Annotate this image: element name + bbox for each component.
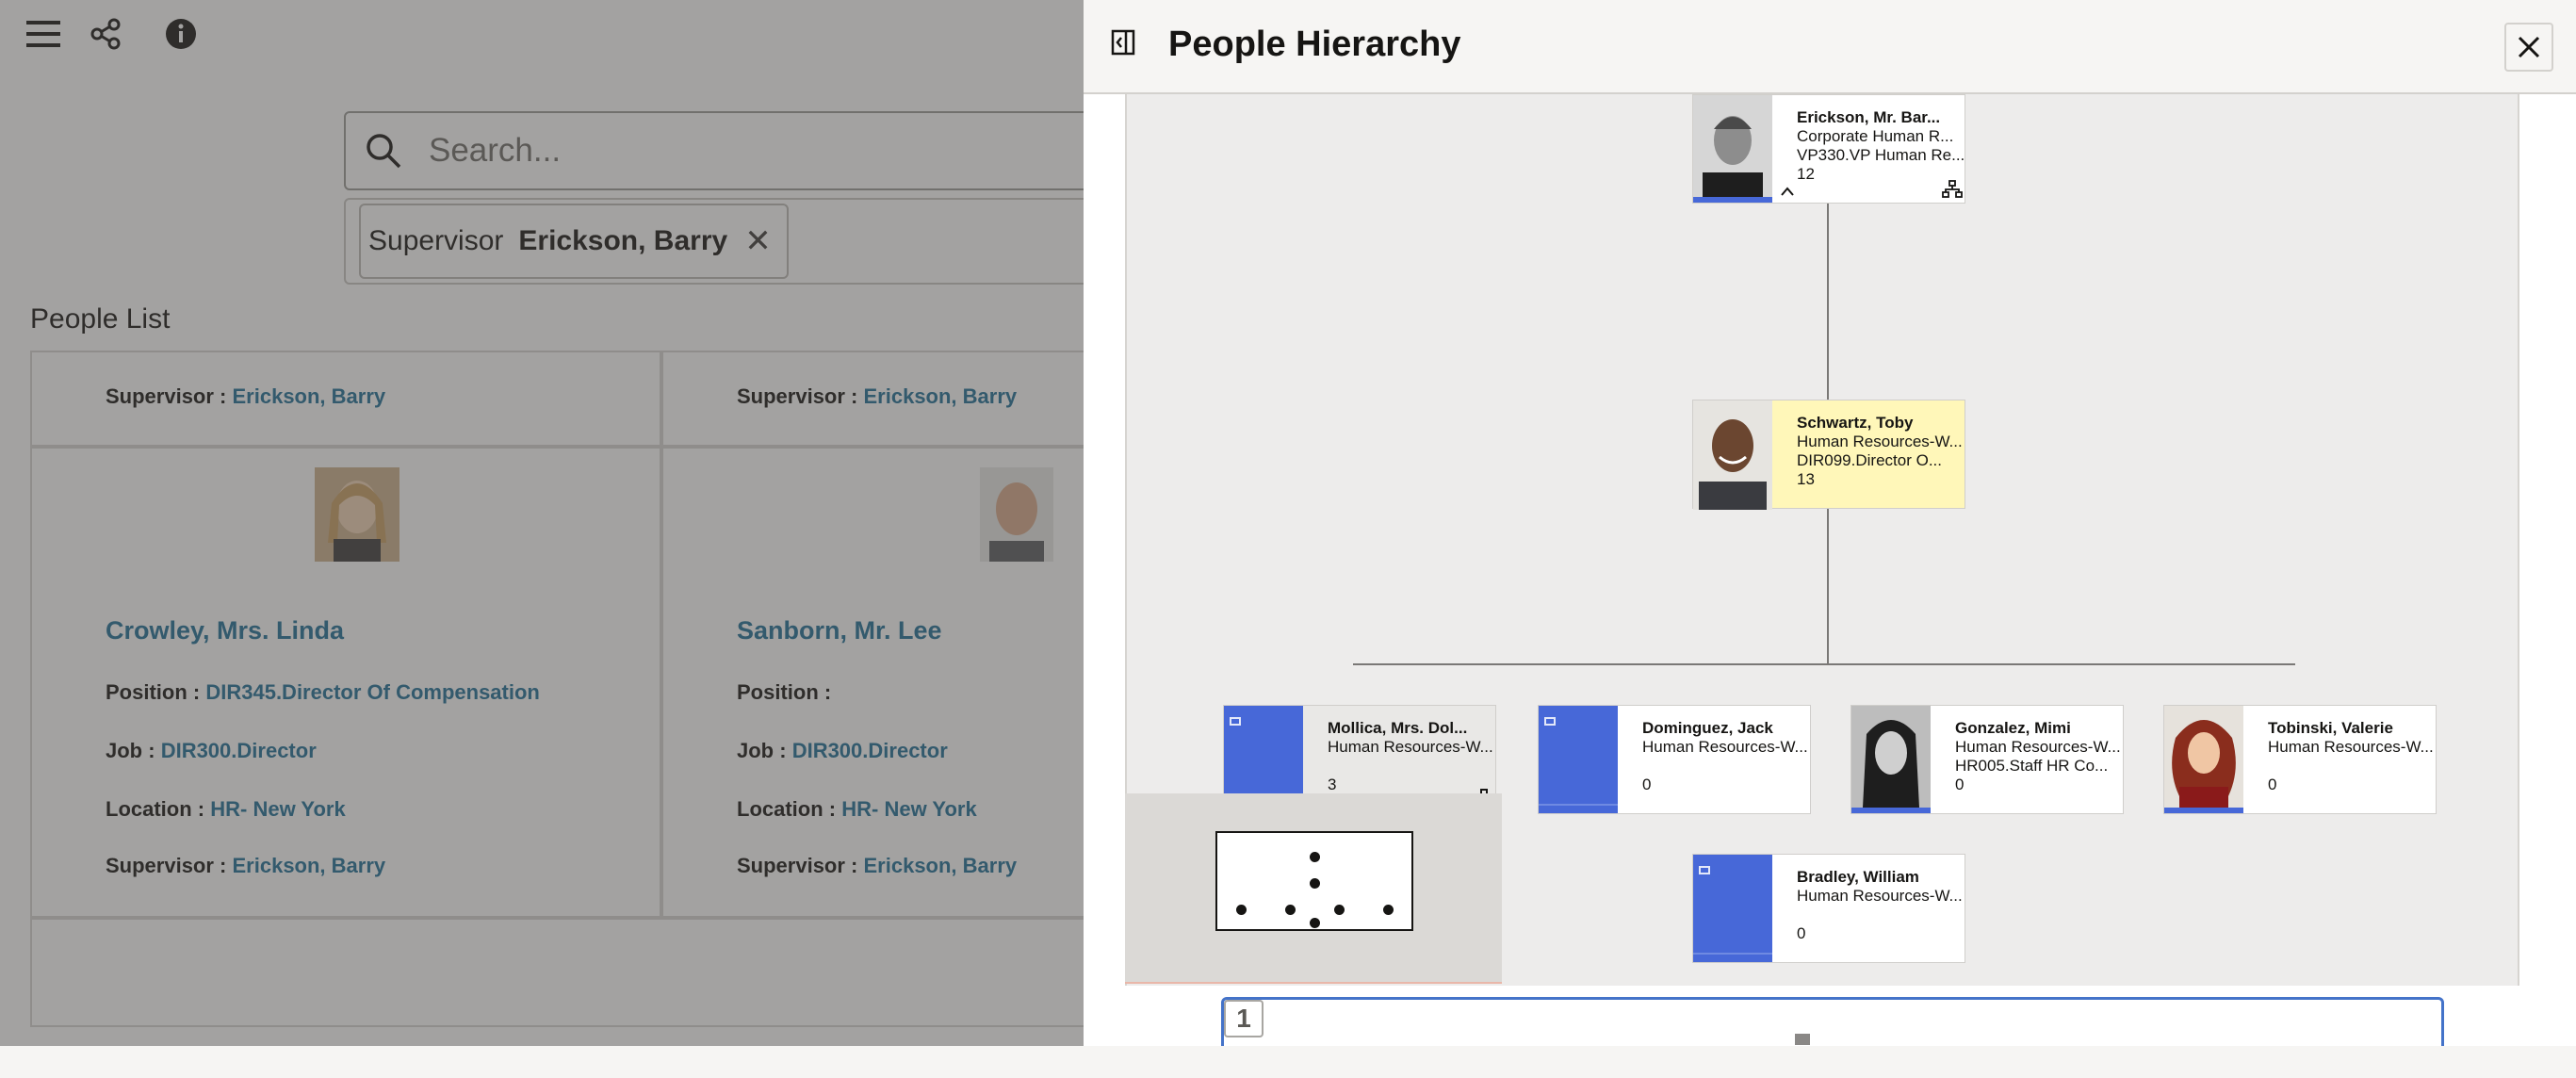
collapse-panel-icon[interactable] bbox=[1110, 28, 1138, 57]
drawer-title: People Hierarchy bbox=[1168, 24, 1461, 64]
minimap-node bbox=[1383, 905, 1394, 915]
minimap-viewport[interactable] bbox=[1215, 831, 1413, 931]
connector-line bbox=[1353, 663, 2295, 665]
connector-line bbox=[1827, 204, 1829, 403]
node-photo bbox=[1851, 706, 1931, 813]
node-count: 0 bbox=[2268, 776, 2277, 793]
org-node-selected[interactable]: Schwartz, Toby Human Resources-W... DIR0… bbox=[1692, 400, 1965, 510]
node-photo bbox=[2164, 706, 2243, 813]
node-department: Corporate Human R... bbox=[1797, 127, 1954, 145]
minimap-node bbox=[1310, 878, 1320, 889]
minimap-node bbox=[1285, 905, 1296, 915]
close-icon bbox=[2518, 36, 2540, 58]
page-frame[interactable]: 1 bbox=[1221, 997, 2444, 1046]
modal-overlay[interactable] bbox=[0, 0, 1084, 1046]
collapse-up-icon[interactable] bbox=[1780, 186, 1795, 197]
node-name: Dominguez, Jack bbox=[1642, 719, 1773, 737]
node-position: VP330.VP Human Re... bbox=[1797, 146, 1965, 164]
org-node-child[interactable]: Dominguez, Jack Human Resources-W... 0 bbox=[1538, 705, 1811, 814]
node-position: HR005.Staff HR Co... bbox=[1955, 757, 2109, 775]
node-photo bbox=[1693, 95, 1772, 203]
close-button[interactable] bbox=[2504, 23, 2553, 72]
node-department: Human Resources-W... bbox=[1955, 738, 2121, 756]
people-hierarchy-drawer: People Hierarchy Erickson, Mr. Bar... Co… bbox=[1084, 0, 2576, 1046]
node-count: 0 bbox=[1642, 776, 1652, 793]
node-count: 3 bbox=[1328, 776, 1337, 793]
node-name: Schwartz, Toby bbox=[1797, 414, 1914, 432]
bottom-panel: 1 bbox=[1125, 986, 2519, 1046]
minimap-node bbox=[1310, 918, 1320, 928]
minimap-node bbox=[1334, 905, 1345, 915]
node-department: Human Resources-W... bbox=[1797, 433, 1963, 450]
org-node-root[interactable]: Erickson, Mr. Bar... Corporate Human R..… bbox=[1692, 94, 1965, 204]
node-count: 13 bbox=[1797, 470, 1815, 488]
placeholder-photo-icon bbox=[1693, 855, 1772, 962]
connector-line bbox=[1827, 509, 1829, 663]
node-department: Human Resources-W... bbox=[2268, 738, 2434, 756]
thumbnail-node bbox=[1795, 1034, 1810, 1045]
node-name: Tobinski, Valerie bbox=[2268, 719, 2393, 737]
node-photo bbox=[1693, 400, 1772, 510]
org-node-child[interactable]: Gonzalez, Mimi Human Resources-W... HR00… bbox=[1850, 705, 2124, 814]
drawer-header: People Hierarchy bbox=[1084, 0, 2576, 94]
node-count: 12 bbox=[1797, 165, 1815, 183]
node-name: Bradley, William bbox=[1797, 868, 1919, 886]
node-position: DIR099.Director O... bbox=[1797, 451, 1942, 469]
org-node-child[interactable]: Tobinski, Valerie Human Resources-W... 0 bbox=[2163, 705, 2437, 814]
minimap-node bbox=[1236, 905, 1247, 915]
node-count: 0 bbox=[1797, 924, 1806, 942]
hierarchy-icon[interactable] bbox=[1942, 180, 1963, 199]
node-name: Gonzalez, Mimi bbox=[1955, 719, 2071, 737]
placeholder-photo-icon bbox=[1539, 706, 1618, 813]
node-department: Human Resources-W... bbox=[1642, 738, 1808, 756]
node-department: Human Resources-W... bbox=[1328, 738, 1493, 756]
minimap-node bbox=[1310, 852, 1320, 862]
overview-minimap[interactable] bbox=[1125, 793, 1502, 984]
node-department: Human Resources-W... bbox=[1797, 887, 1963, 905]
node-name: Mollica, Mrs. Dol... bbox=[1328, 719, 1468, 737]
node-name: Erickson, Mr. Bar... bbox=[1797, 108, 1941, 126]
page-number-badge: 1 bbox=[1224, 1000, 1264, 1037]
org-node-child[interactable]: Bradley, William Human Resources-W... 0 bbox=[1692, 854, 1965, 963]
node-count: 0 bbox=[1955, 776, 1965, 793]
